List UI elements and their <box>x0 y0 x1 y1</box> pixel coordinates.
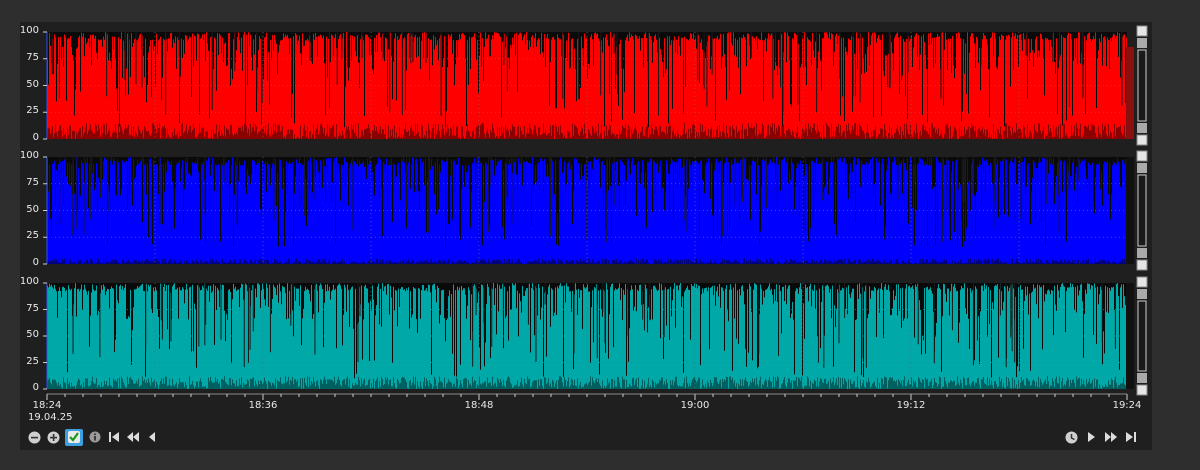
y-tick-label: 50 <box>26 78 39 90</box>
zoom-in-icon[interactable] <box>46 430 60 444</box>
y-tick-label: 75 <box>26 176 39 188</box>
scroll-track[interactable] <box>1137 300 1147 372</box>
y-tick-label: 25 <box>26 355 39 367</box>
skip-to-start-icon[interactable] <box>107 430 121 444</box>
x-tick-label: 19:00 <box>680 400 710 411</box>
fast-forward-icon[interactable] <box>1104 430 1118 444</box>
y-tick-label: 50 <box>26 329 39 340</box>
level-bar <box>1126 283 1134 389</box>
rewind-icon[interactable] <box>126 430 140 444</box>
skip-to-end-icon[interactable] <box>1124 430 1138 444</box>
play-icon[interactable] <box>1084 430 1098 444</box>
zoom-out-icon[interactable] <box>27 430 41 444</box>
y-tick-label: 25 <box>26 230 39 242</box>
scroll-up-button[interactable] <box>1136 150 1148 162</box>
x-tick-label: 18:24 <box>32 400 62 411</box>
scroll-track[interactable] <box>1137 49 1147 122</box>
y-tick-label: 50 <box>26 203 39 215</box>
y-tick-label: 75 <box>26 51 39 63</box>
clock-icon[interactable] <box>1064 430 1078 444</box>
date-label: 19.04.25 <box>28 412 73 423</box>
scroll-thumb-top[interactable] <box>1137 163 1147 173</box>
y-tick-label: 100 <box>19 25 39 36</box>
scroll-down-button[interactable] <box>1136 384 1148 396</box>
scroll-thumb-top[interactable] <box>1137 289 1147 299</box>
scroll-thumb-top[interactable] <box>1137 38 1147 48</box>
scroll-thumb-bottom[interactable] <box>1137 373 1147 383</box>
y-tick-label: 100 <box>19 276 39 287</box>
info-icon[interactable] <box>88 430 102 444</box>
y-tick-label: 75 <box>26 302 39 314</box>
scroll-up-button[interactable] <box>1136 276 1148 288</box>
level-bar <box>1126 157 1134 264</box>
charts-svg <box>43 25 1148 400</box>
y-tick-label: 25 <box>26 105 39 117</box>
scroll-down-button[interactable] <box>1136 259 1148 271</box>
scroll-thumb-bottom[interactable] <box>1137 123 1147 133</box>
scroll-up-button[interactable] <box>1136 25 1148 37</box>
x-tick-label: 19:24 <box>1112 400 1142 411</box>
step-back-icon[interactable] <box>145 430 159 444</box>
scroll-track[interactable] <box>1137 174 1147 247</box>
y-tick-label: 0 <box>32 382 39 393</box>
y-tick-label: 0 <box>32 257 39 268</box>
y-tick-label: 0 <box>32 132 39 143</box>
playback-toolbar-right <box>1064 429 1143 445</box>
check-icon[interactable] <box>65 428 83 446</box>
x-tick-label: 18:36 <box>248 400 278 411</box>
scroll-thumb-bottom[interactable] <box>1137 248 1147 258</box>
playback-toolbar-left <box>27 428 164 446</box>
level-bar <box>1126 46 1134 140</box>
x-tick-label: 18:48 <box>464 400 494 411</box>
x-tick-label: 19:12 <box>896 400 926 411</box>
y-tick-label: 100 <box>19 150 39 161</box>
scroll-down-button[interactable] <box>1136 134 1148 146</box>
